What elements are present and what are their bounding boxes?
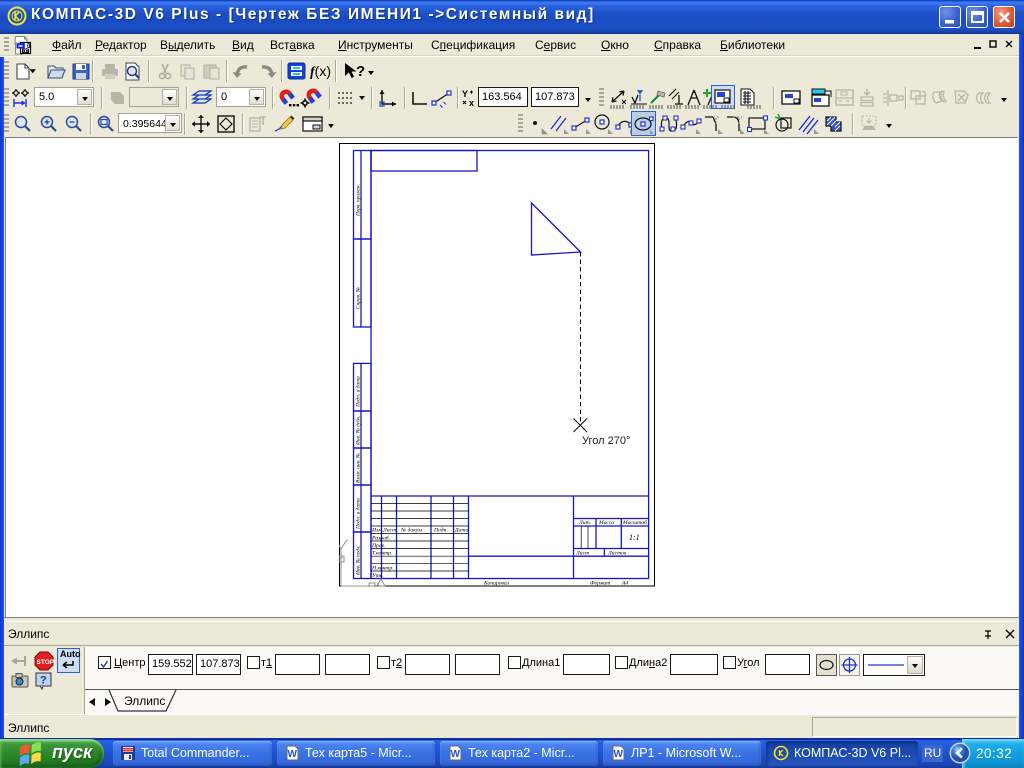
svg-text:?: ?: [40, 675, 47, 687]
svg-text:№ докум.: № докум.: [400, 527, 423, 534]
svg-text:Т.контр.: Т.контр.: [372, 550, 392, 556]
svg-text:Утв.: Утв.: [372, 573, 384, 579]
svg-text:Н.контр.: Н.контр.: [371, 565, 394, 571]
svg-text:Лист: Лист: [575, 550, 589, 556]
svg-text:W: W: [288, 749, 298, 760]
svg-text:Изм.: Изм.: [371, 528, 383, 534]
svg-text:Инв. № дубл.: Инв. № дубл.: [355, 416, 362, 446]
svg-text:Копировал: Копировал: [483, 581, 510, 587]
svg-text:Перв. примен.: Перв. примен.: [356, 184, 362, 217]
svg-text:Угол 270°: Угол 270°: [582, 435, 630, 447]
svg-text:Эллипс: Эллипс: [124, 694, 165, 708]
svg-text:Масса: Масса: [598, 520, 614, 526]
svg-text:Справ. №: Справ. №: [356, 287, 362, 309]
svg-text:Формат: Формат: [590, 581, 610, 587]
svg-text:Лист: Лист: [382, 528, 396, 534]
svg-text:А4: А4: [621, 581, 628, 587]
svg-text:Дата: Дата: [454, 528, 468, 534]
svg-text:W: W: [451, 749, 461, 760]
svg-text:Взам. инв. №: Взам. инв. №: [356, 453, 362, 483]
svg-text:Масштаб: Масштаб: [622, 519, 647, 526]
svg-text:W: W: [614, 749, 624, 760]
svg-text:Листов: Листов: [607, 550, 627, 556]
svg-text:STOP: STOP: [37, 659, 55, 666]
svg-text:Подп. и дата: Подп. и дата: [355, 376, 362, 408]
svg-text:Лит.: Лит.: [578, 520, 591, 526]
svg-text:Подп.: Подп.: [433, 527, 448, 534]
svg-text:Разраб.: Разраб.: [371, 534, 390, 541]
svg-text:?: ?: [356, 63, 365, 80]
svg-text:1:1: 1:1: [629, 533, 640, 542]
svg-text:x: x: [469, 98, 474, 108]
svg-text:Подп. и дата: Подп. и дата: [355, 498, 362, 530]
svg-text:Пров.: Пров.: [371, 543, 385, 549]
svg-text:Y: Y: [462, 89, 468, 99]
svg-text:Инв. № подл.: Инв. № подл.: [355, 545, 362, 576]
